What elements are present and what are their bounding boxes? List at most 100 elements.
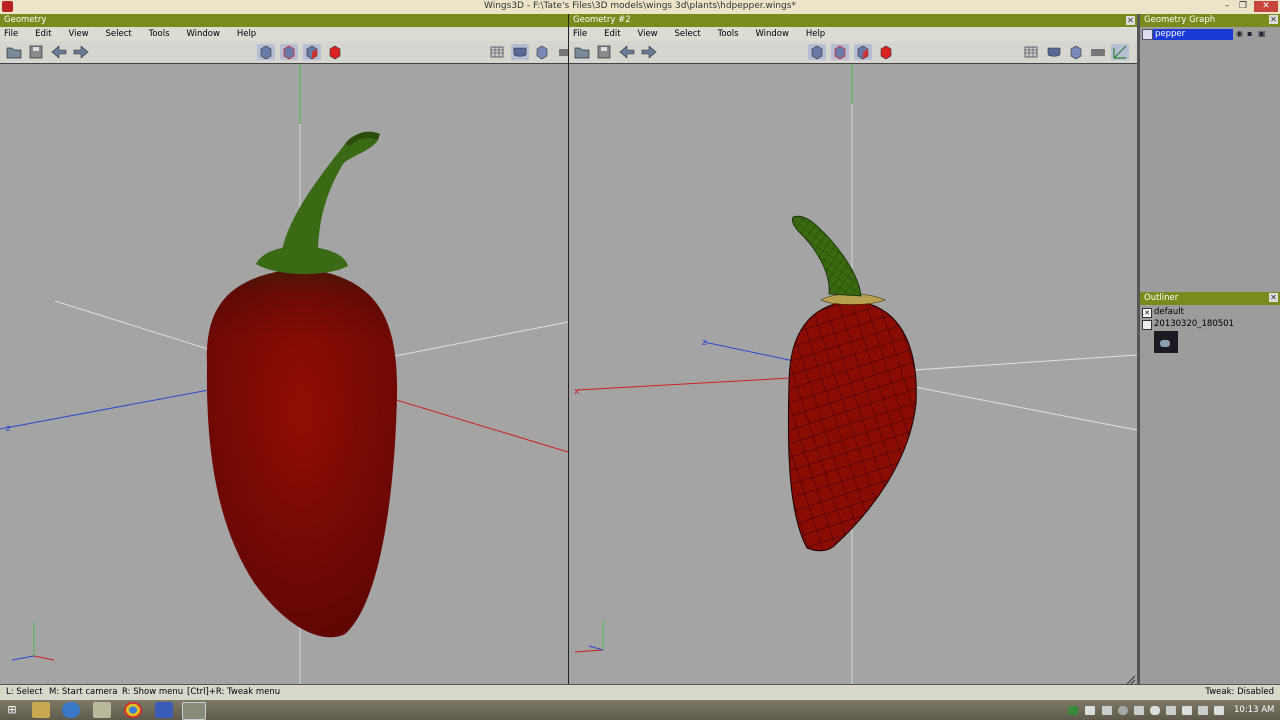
smooth-shaded-view-icon[interactable] (1045, 44, 1063, 60)
ground-plane-icon[interactable] (1089, 44, 1107, 60)
tray-power-icon[interactable] (1182, 706, 1192, 715)
internet-explorer-icon[interactable] (62, 702, 80, 718)
smooth-shaded-view-icon[interactable] (511, 44, 529, 60)
tray-network-icon[interactable] (1102, 706, 1112, 715)
menu-select[interactable]: Select (675, 27, 701, 41)
object-icon (1142, 29, 1153, 40)
ground-plane-icon[interactable] (555, 44, 570, 60)
menu-help[interactable]: Help (806, 27, 825, 41)
vertex-select-mode-icon[interactable] (257, 44, 275, 60)
status-bar: L: Select M: Start camera R: Show menu [… (0, 684, 1280, 701)
redo-arrow-icon[interactable] (72, 44, 90, 60)
wireframe-view-icon[interactable] (1022, 44, 1040, 60)
status-hint-select: L: Select (6, 687, 43, 697)
viewport-3d-left[interactable]: z (0, 64, 568, 684)
edge-select-mode-icon[interactable] (280, 44, 298, 60)
tray-settings-icon[interactable] (1134, 706, 1144, 715)
x-axis-line (576, 377, 792, 391)
menu-edit[interactable]: Edit (604, 27, 620, 41)
x-axis-neg-line (54, 300, 231, 357)
resize-grip-icon[interactable] (1126, 675, 1136, 684)
menu-bar-right: File Edit View Select Tools Window Help (569, 27, 1137, 41)
document-app-icon[interactable] (155, 702, 173, 718)
open-file-icon[interactable] (573, 44, 591, 60)
outliner-item-default[interactable]: default (1154, 307, 1184, 317)
tray-app-icon[interactable] (1068, 706, 1078, 715)
menu-view[interactable]: View (68, 27, 88, 41)
x-axis-pos-line (888, 381, 1137, 431)
status-hint-tweak-menu: [Ctrl]+R: Tweak menu (187, 687, 281, 697)
panel-close-icon[interactable]: ✕ (1269, 293, 1278, 302)
toolbar-left (0, 41, 570, 64)
panel-close-icon[interactable]: ✕ (1269, 15, 1278, 24)
geometry-pane-left: Geometry File Edit View Select Tools Win… (0, 14, 570, 684)
notepad-icon[interactable] (93, 702, 111, 718)
menu-window[interactable]: Window (755, 27, 789, 41)
start-windows-icon[interactable]: ⊞ (5, 702, 19, 718)
restore-button[interactable]: ❐ (1236, 1, 1250, 12)
ortho-view-icon[interactable] (533, 44, 551, 60)
ortho-view-icon[interactable] (1067, 44, 1085, 60)
pepper-model[interactable] (206, 131, 398, 638)
face-select-mode-icon[interactable] (303, 44, 321, 60)
wings3d-taskbar-icon[interactable] (182, 702, 206, 720)
window-title-bar: Wings3D - F:\Tate's Files\3D models\wing… (0, 0, 1280, 14)
close-button[interactable]: ✕ (1254, 1, 1278, 12)
tray-volume-icon[interactable] (1214, 706, 1224, 715)
material-icon: ✕ (1142, 308, 1152, 318)
menu-edit[interactable]: Edit (35, 27, 51, 41)
tray-sync-icon[interactable] (1118, 706, 1128, 715)
outliner-title: Outliner (1140, 292, 1280, 305)
outliner-item-image[interactable]: 20130320_180501 (1154, 319, 1234, 329)
wire-toggle-icon[interactable]: ▣ (1258, 29, 1267, 38)
menu-view[interactable]: View (637, 27, 657, 41)
status-hint-menu: R: Show menu (122, 687, 184, 697)
menu-file[interactable]: File (573, 27, 587, 41)
vertex-select-mode-icon[interactable] (808, 44, 826, 60)
geometry-graph-panel: Geometry Graph ✕ pepper ◉ ▪ ▣ (1140, 14, 1280, 292)
graph-item-pepper[interactable]: pepper (1153, 29, 1233, 40)
file-explorer-icon[interactable] (32, 702, 50, 718)
chrome-icon[interactable] (124, 702, 142, 718)
menu-tools[interactable]: Tools (149, 27, 170, 41)
eye-visibility-icon[interactable]: ◉ (1236, 29, 1244, 38)
axes-toggle-icon[interactable] (1111, 44, 1129, 60)
undo-arrow-icon[interactable] (618, 44, 636, 60)
z-axis-line (0, 385, 231, 430)
tray-action-center-icon[interactable] (1166, 706, 1176, 715)
menu-help[interactable]: Help (237, 27, 256, 41)
status-hint-camera: M: Start camera (49, 687, 118, 697)
menu-file[interactable]: File (4, 27, 18, 41)
save-icon[interactable] (595, 44, 613, 60)
viewport-3d-right[interactable]: z x (569, 64, 1137, 684)
redo-arrow-icon[interactable] (640, 44, 658, 60)
toolbar-right (569, 41, 1137, 64)
menu-window[interactable]: Window (186, 27, 220, 41)
body-select-mode-icon[interactable] (877, 44, 895, 60)
save-icon[interactable] (27, 44, 45, 60)
edge-select-mode-icon[interactable] (831, 44, 849, 60)
image-thumbnail[interactable] (1154, 331, 1178, 353)
face-select-mode-icon[interactable] (854, 44, 872, 60)
pepper-wireframe-model[interactable] (769, 215, 939, 564)
z-axis-line (703, 341, 795, 362)
geometry-pane-right: Geometry #2 ✕ File Edit View Select Tool… (569, 14, 1137, 684)
pane-close-icon[interactable]: ✕ (1126, 16, 1135, 25)
axis-gizmo-right (574, 620, 604, 653)
minimize-button[interactable]: – (1220, 1, 1234, 12)
tray-signal-icon[interactable] (1198, 706, 1208, 715)
wireframe-view-icon[interactable] (488, 44, 506, 60)
tray-cloud-icon[interactable] (1150, 706, 1160, 715)
axis-gizmo-left (11, 622, 55, 661)
undo-arrow-icon[interactable] (50, 44, 68, 60)
status-tweak-state: Tweak: Disabled (1205, 687, 1274, 697)
menu-select[interactable]: Select (106, 27, 132, 41)
tray-window-icon[interactable] (1085, 706, 1095, 715)
body-select-mode-icon[interactable] (326, 44, 344, 60)
taskbar-clock[interactable]: 10:13 AM (1234, 705, 1274, 715)
z-axis-pos-line (389, 321, 568, 358)
open-file-icon[interactable] (5, 44, 23, 60)
lock-icon[interactable]: ▪ (1247, 29, 1255, 38)
menu-tools[interactable]: Tools (718, 27, 739, 41)
pane-title-geometry-2: Geometry #2 (569, 14, 1137, 27)
